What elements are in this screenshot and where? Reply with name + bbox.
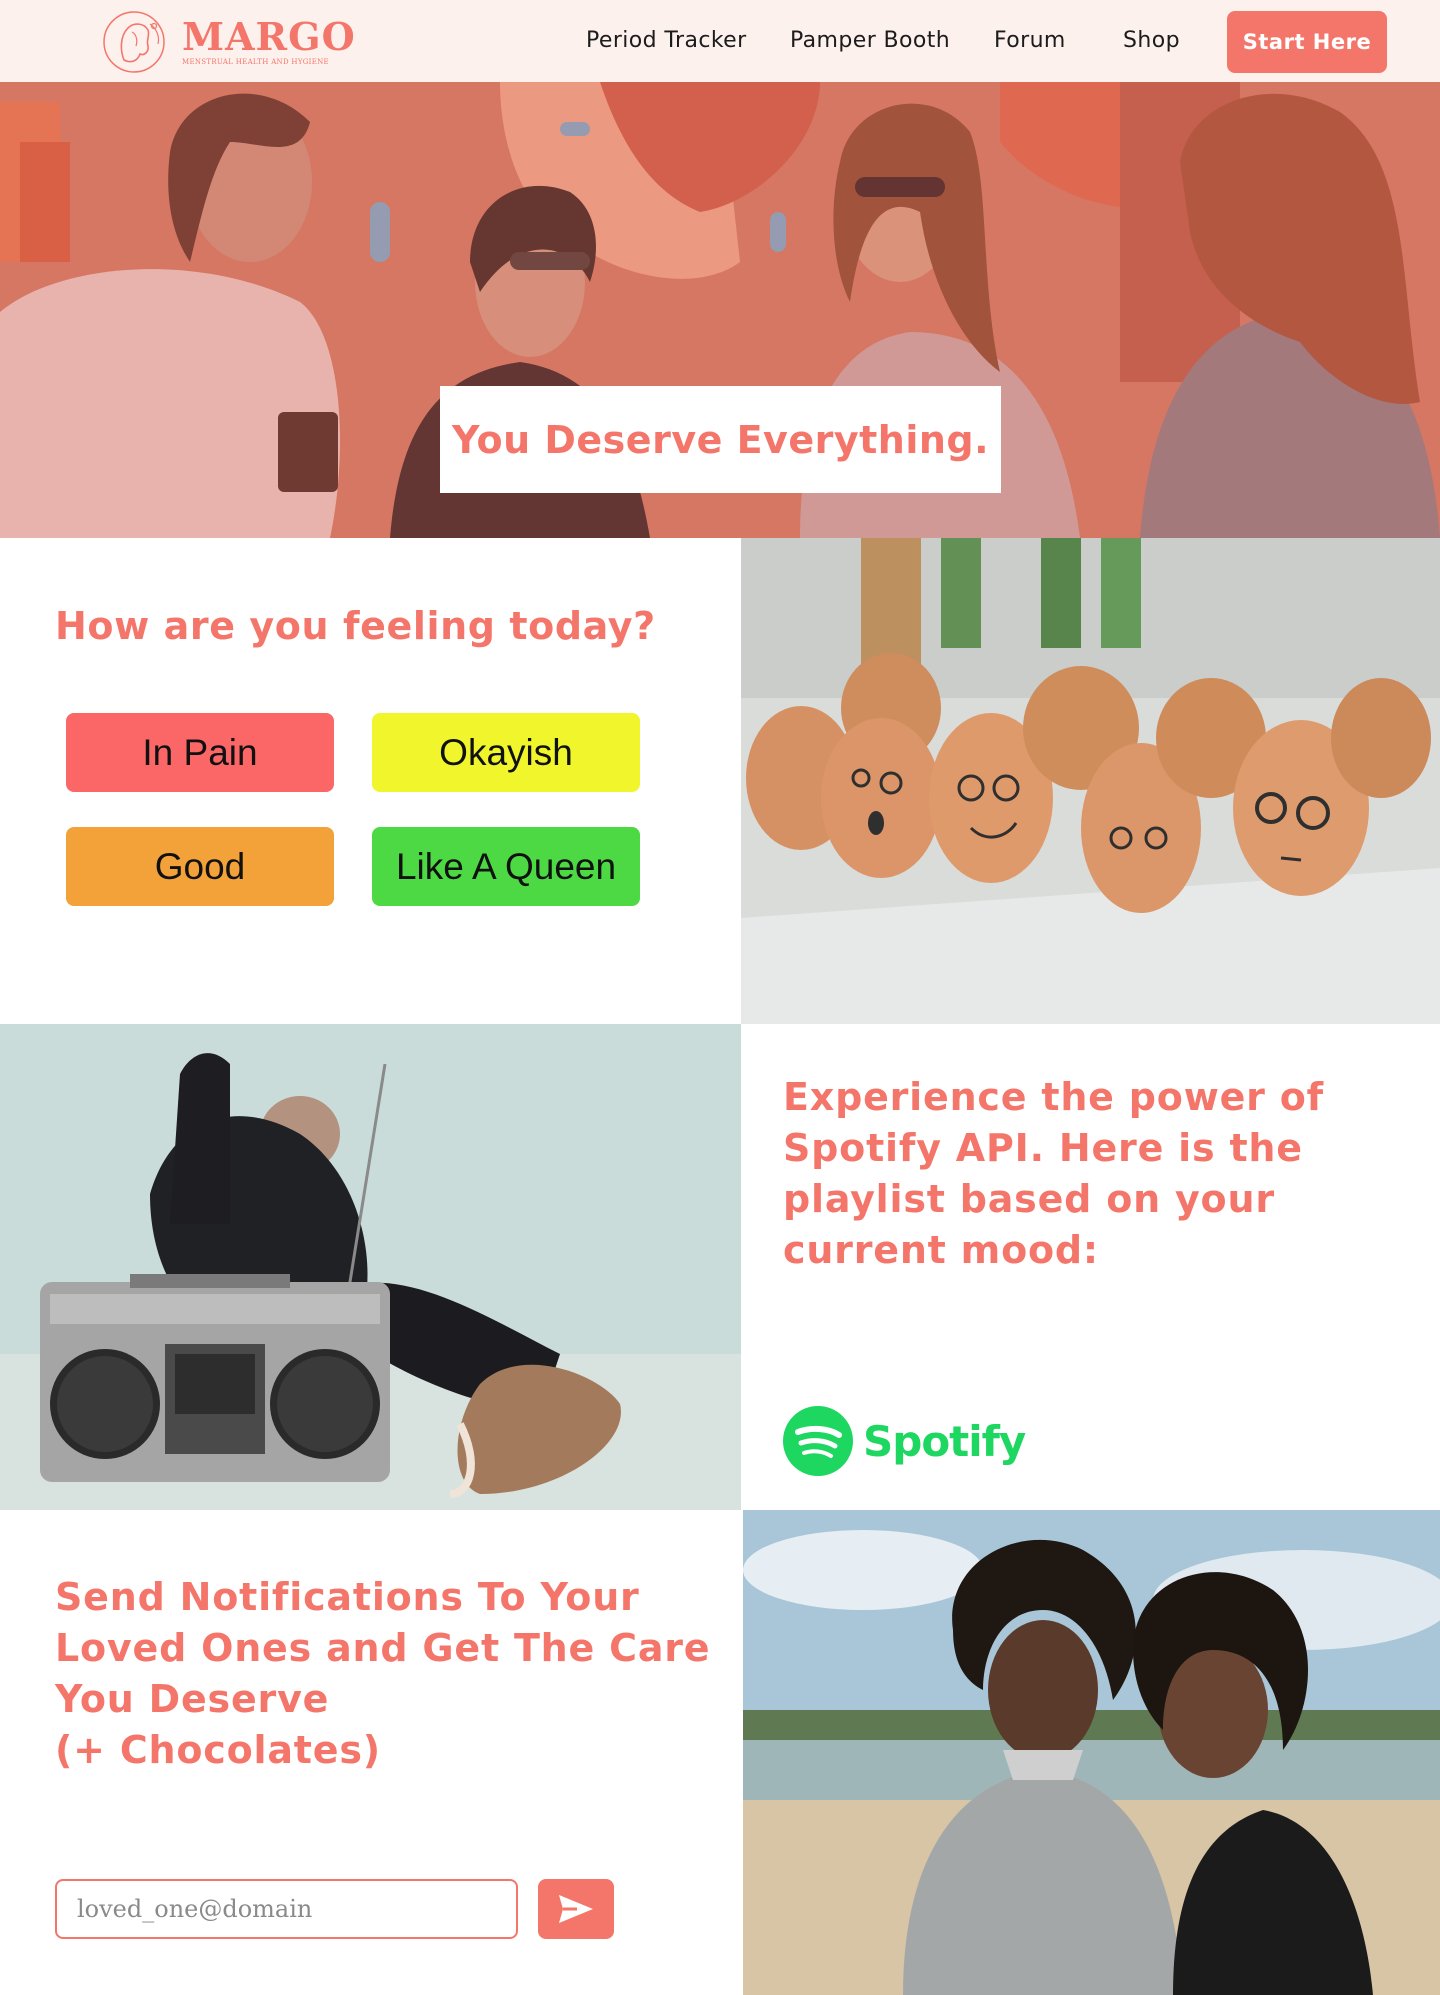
spotify-description: Experience the power of Spotify API. Her… bbox=[783, 1075, 1324, 1272]
woman-profile-logo-icon bbox=[103, 11, 165, 73]
brand-name: MARGO bbox=[182, 14, 356, 59]
notify-heading-line: (+ Chocolates) bbox=[55, 1728, 381, 1772]
mood-okayish-button[interactable]: Okayish bbox=[372, 713, 640, 792]
mood-question: How are you feeling today? bbox=[55, 604, 656, 648]
top-nav: MARGO MENSTRUAL HEALTH AND HYGIENE Perio… bbox=[0, 0, 1440, 82]
person-with-boombox-image bbox=[0, 1024, 741, 1510]
hero-banner: You Deserve Everything. bbox=[0, 82, 1440, 538]
brand-tagline: MENSTRUAL HEALTH AND HYGIENE bbox=[182, 58, 329, 66]
spotify-icon bbox=[783, 1406, 853, 1476]
send-arrow-icon bbox=[559, 1895, 593, 1923]
mood-section: How are you feeling today? In Pain Okayi… bbox=[0, 538, 741, 1024]
loved-one-email-input[interactable] bbox=[55, 1879, 518, 1939]
notify-heading-line: Loved Ones and Get The Care bbox=[55, 1626, 711, 1670]
mood-like-a-queen-button[interactable]: Like A Queen bbox=[372, 827, 640, 906]
notify-heading-line: You Deserve bbox=[55, 1677, 330, 1721]
notify-heading: Send Notifications To Your Loved Ones an… bbox=[55, 1572, 715, 1776]
spotify-section: Experience the power of Spotify API. Her… bbox=[741, 1024, 1440, 1510]
spotify-logo[interactable]: Spotify bbox=[783, 1406, 1026, 1476]
eggs-with-faces-image bbox=[741, 538, 1440, 1024]
spotify-wordmark: Spotify bbox=[863, 1416, 1026, 1466]
nav-period-tracker[interactable]: Period Tracker bbox=[586, 28, 747, 53]
notify-section: Send Notifications To Your Loved Ones an… bbox=[0, 1510, 743, 1995]
mood-in-pain-button[interactable]: In Pain bbox=[66, 713, 334, 792]
send-notification-button[interactable] bbox=[538, 1879, 614, 1939]
notify-heading-line: Send Notifications To Your bbox=[55, 1575, 640, 1619]
hero-headline: You Deserve Everything. bbox=[440, 386, 1001, 493]
start-here-button[interactable]: Start Here bbox=[1227, 11, 1387, 73]
logo[interactable]: MARGO MENSTRUAL HEALTH AND HYGIENE bbox=[102, 10, 356, 74]
nav-shop[interactable]: Shop bbox=[1123, 28, 1180, 53]
nav-forum[interactable]: Forum bbox=[994, 28, 1066, 53]
mood-good-button[interactable]: Good bbox=[66, 827, 334, 906]
friends-on-beach-image bbox=[743, 1510, 1440, 1995]
nav-pamper-booth[interactable]: Pamper Booth bbox=[790, 28, 950, 53]
